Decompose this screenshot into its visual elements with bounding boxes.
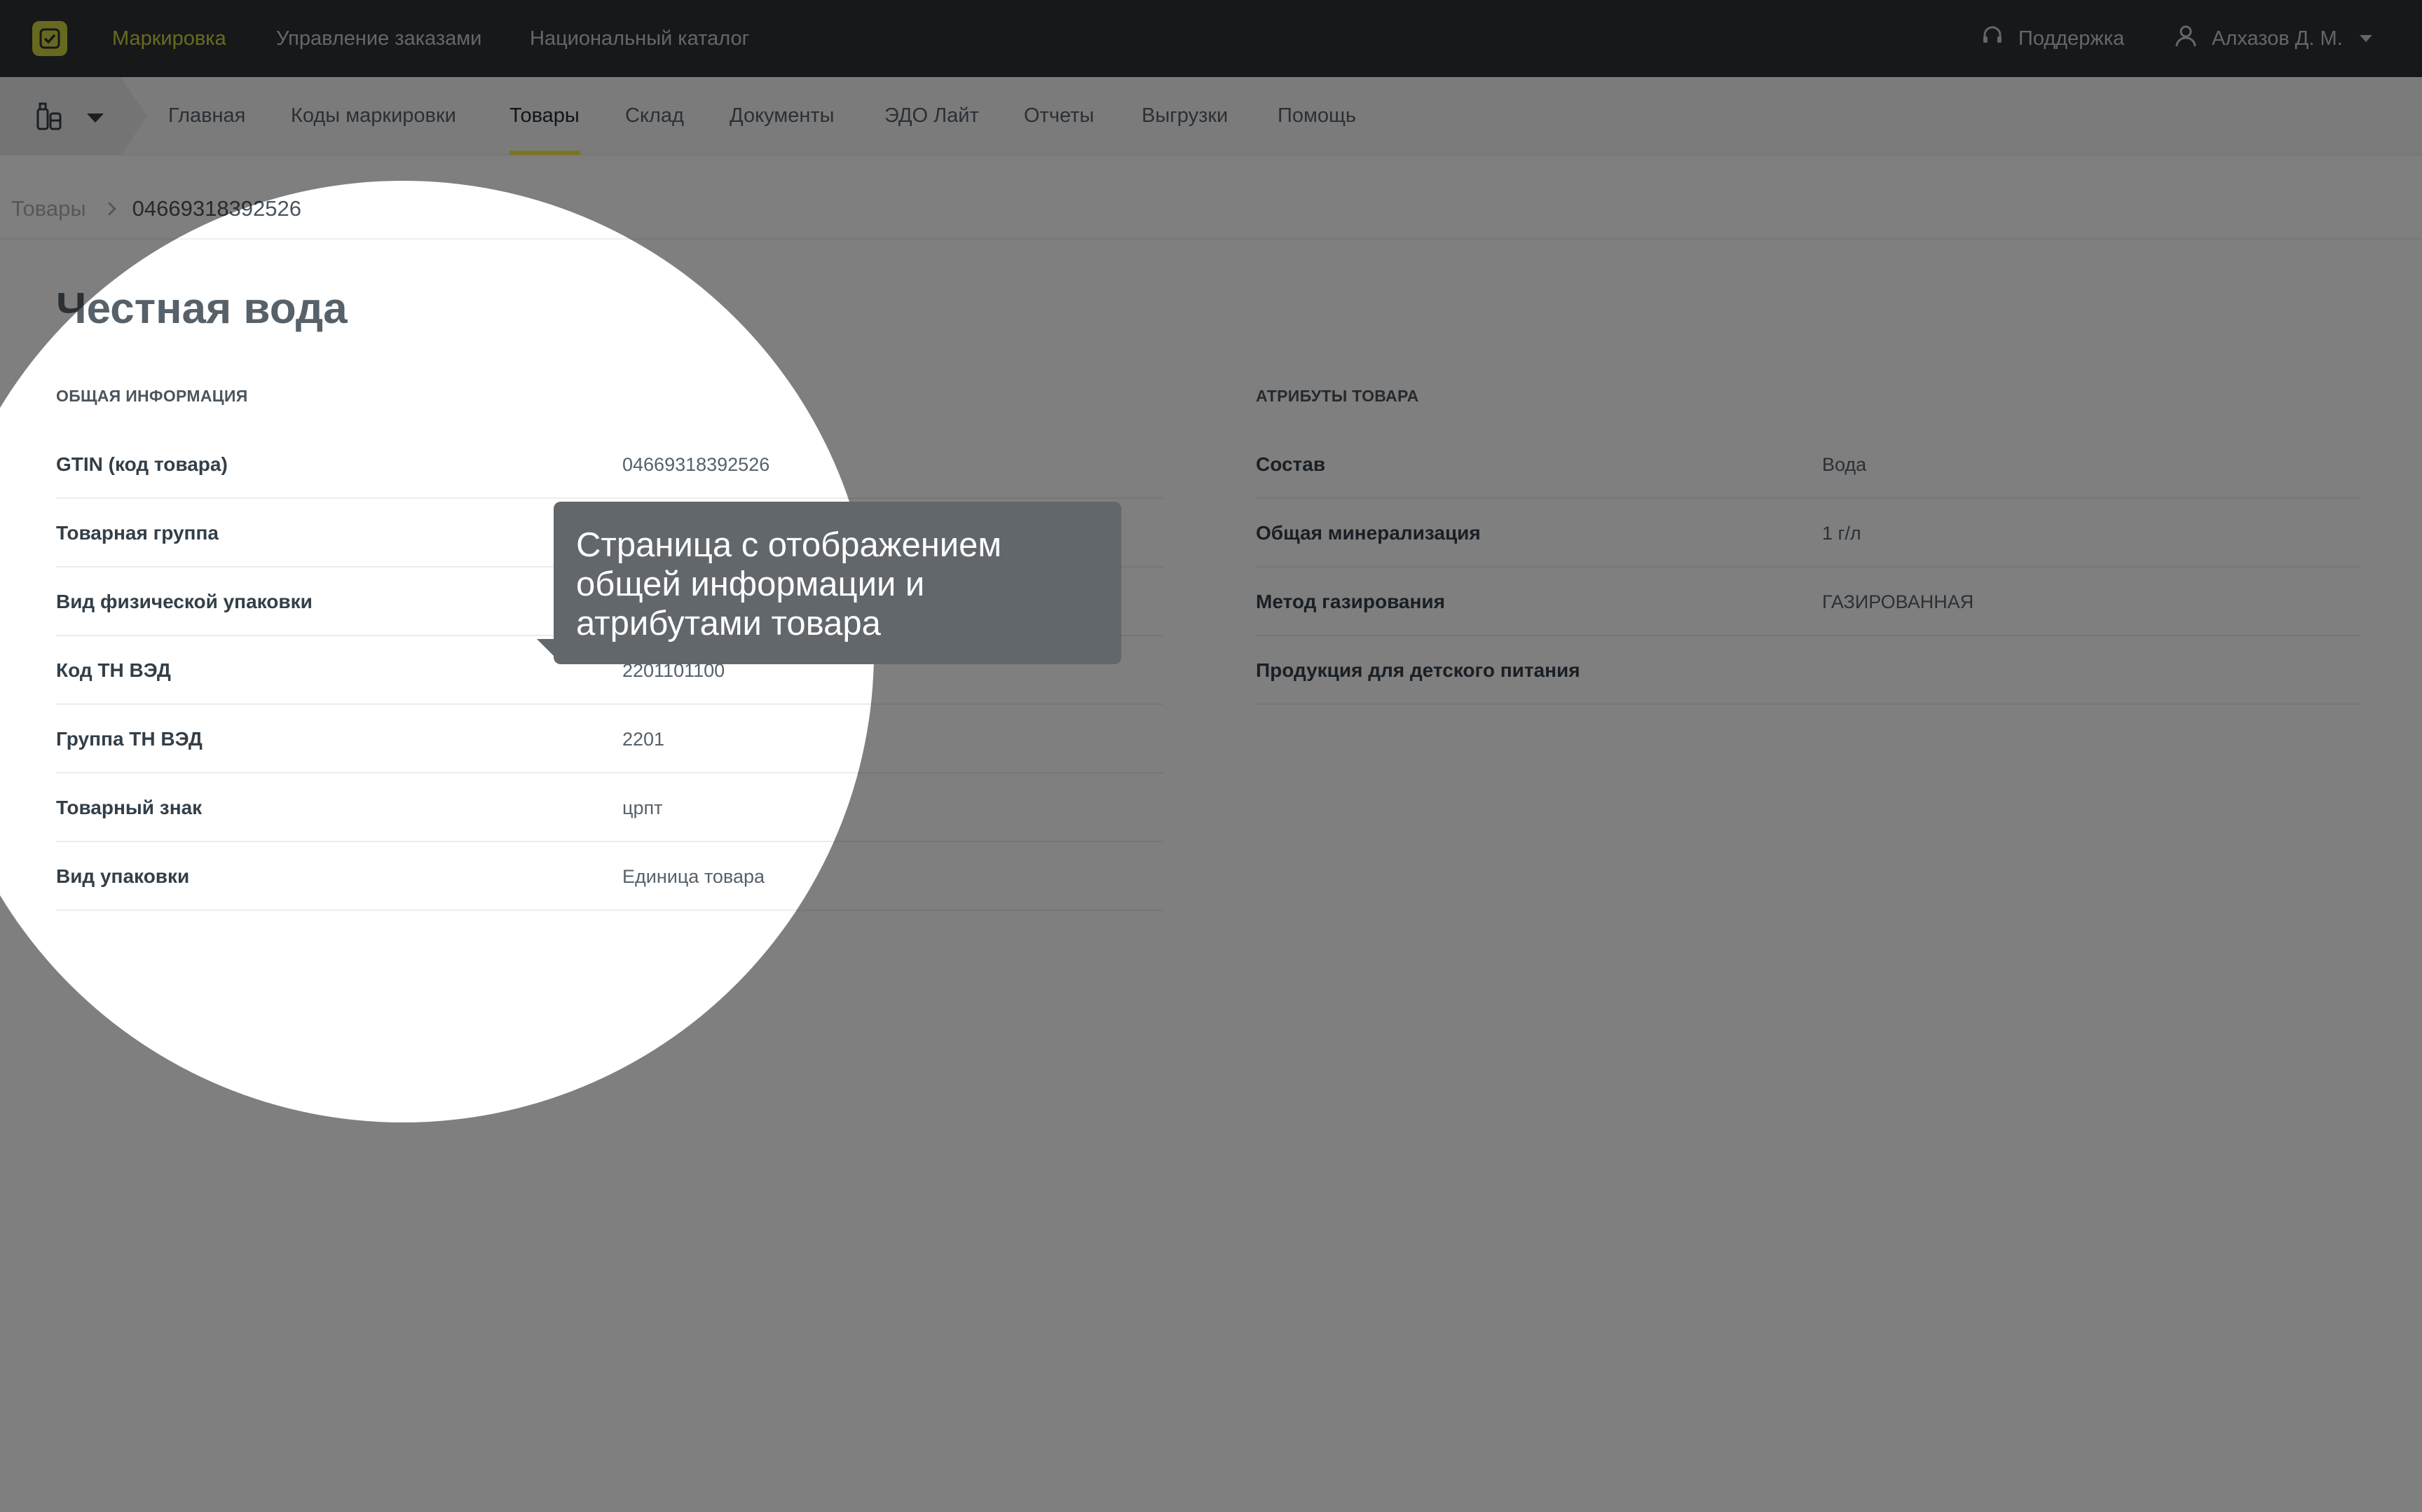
product-group-icon (35, 101, 63, 135)
topnav-marking[interactable]: Маркировка (112, 0, 226, 77)
attribute-row: Метод газирования ГАЗИРОВАННАЯ (1256, 568, 2360, 636)
general-row: GTIN (код товара) 04669318392526 (56, 430, 1163, 499)
page-title: Честная вода (56, 284, 348, 333)
general-row: Товарный знак црпт (56, 774, 1163, 842)
section-nav: Главная Коды маркировки Товары Склад Док… (0, 77, 2422, 156)
row-label: Товарная группа (56, 522, 219, 544)
topnav-orders[interactable]: Управление заказами (276, 0, 481, 77)
tooltip-line: общей информации и (576, 565, 925, 603)
active-tab-indicator (509, 151, 580, 155)
breadcrumb-current: 04669318392526 (132, 196, 302, 221)
divider (0, 238, 2422, 240)
row-label: Код ТН ВЭД (56, 659, 171, 681)
row-value: ГАЗИРОВАННАЯ (1822, 591, 1974, 612)
chevron-right-icon (102, 202, 116, 216)
tab-reports[interactable]: Отчеты (1024, 77, 1094, 154)
attributes-heading: Атрибуты товара (1256, 387, 1419, 405)
tab-exports[interactable]: Выгрузки (1142, 77, 1228, 154)
row-value: 04669318392526 (622, 454, 770, 475)
topnav-catalog[interactable]: Национальный каталог (530, 0, 749, 77)
top-bar: Маркировка Управление заказами Националь… (0, 0, 2422, 77)
chevron-down-icon (87, 114, 104, 123)
tab-home[interactable]: Главная (168, 77, 245, 154)
row-label: GTIN (код товара) (56, 453, 228, 475)
breadcrumb-parent[interactable]: Товары (11, 196, 86, 221)
support-link[interactable]: Поддержка (1980, 0, 2124, 77)
attribute-row: Продукция для детского питания (1256, 636, 2360, 705)
tooltip-line: атрибутами товара (576, 605, 881, 642)
general-info-heading: Общая информация (56, 387, 248, 405)
tab-edo-lite[interactable]: ЭДО Лайт (884, 77, 979, 154)
row-value: Единица товара (622, 866, 765, 887)
row-label: Товарный знак (56, 797, 203, 818)
row-value: Вода (1822, 454, 1867, 475)
tooltip-line: Страница с отображением (576, 526, 1002, 564)
support-label: Поддержка (2018, 27, 2125, 50)
tab-warehouse[interactable]: Склад (625, 77, 684, 154)
support-headset-icon (1980, 24, 2004, 53)
logo-icon[interactable] (32, 21, 67, 56)
row-value: 1 г/л (1822, 523, 1861, 544)
onboarding-tooltip: Страница с отображением общей информации… (537, 502, 1121, 664)
row-label: Состав (1256, 453, 1326, 475)
tab-marking-codes[interactable]: Коды маркировки (291, 77, 456, 154)
attribute-row: Общая минерализация 1 г/л (1256, 499, 2360, 568)
user-name: Алхазов Д. М. (2212, 27, 2343, 50)
row-value: црпт (622, 797, 663, 818)
user-icon (2174, 24, 2198, 53)
product-group-selector[interactable] (0, 77, 147, 156)
row-label: Продукция для детского питания (1256, 659, 1580, 681)
user-menu[interactable]: Алхазов Д. М. (2174, 0, 2372, 77)
tooltip-tail (537, 639, 554, 656)
tab-products[interactable]: Товары (509, 77, 580, 154)
row-value: 2201 (622, 729, 665, 750)
breadcrumb: Товары 04669318392526 (11, 196, 301, 221)
row-label: Общая минерализация (1256, 522, 1481, 544)
row-label: Вид упаковки (56, 865, 190, 887)
tab-documents[interactable]: Документы (730, 77, 835, 154)
general-row: Вид упаковки Единица товара (56, 842, 1163, 911)
row-label: Вид физической упаковки (56, 591, 313, 612)
chevron-down-icon (2359, 35, 2372, 42)
row-label: Метод газирования (1256, 591, 1445, 612)
attribute-row: Состав Вода (1256, 430, 2360, 499)
row-label: Группа ТН ВЭД (56, 728, 203, 750)
general-row: Группа ТН ВЭД 2201 (56, 705, 1163, 774)
tab-help[interactable]: Помощь (1278, 77, 1356, 154)
